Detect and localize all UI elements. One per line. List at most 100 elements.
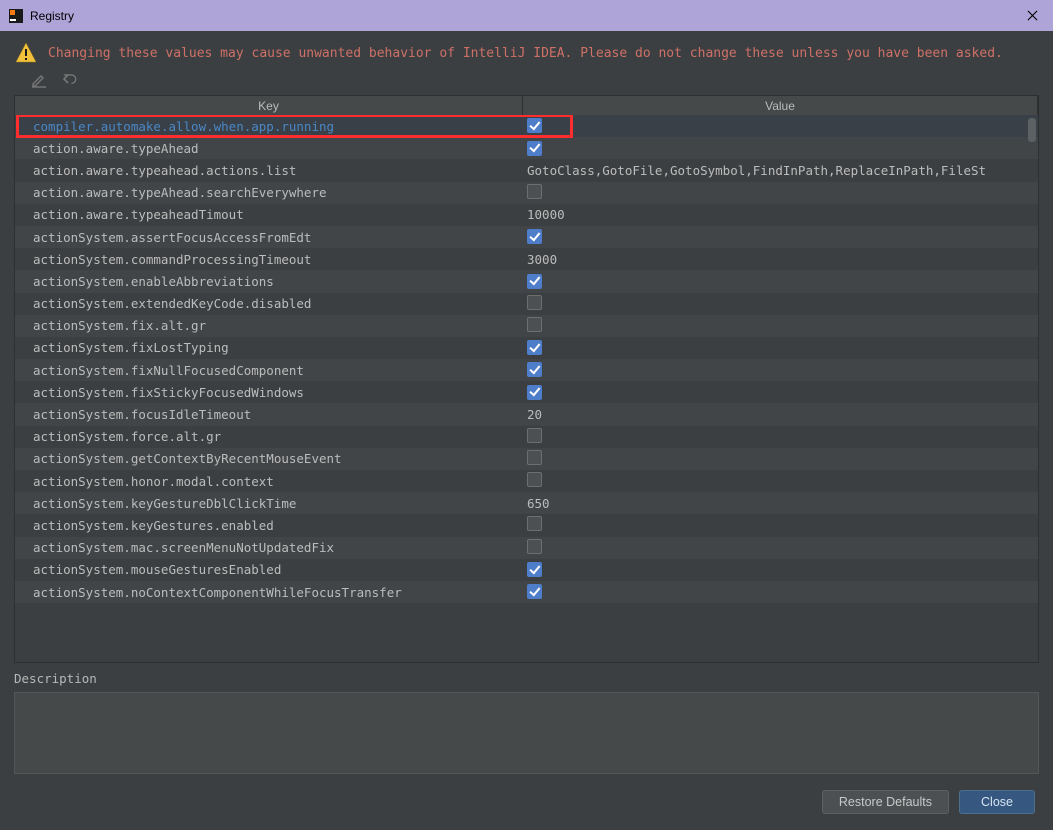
checkbox[interactable] xyxy=(527,539,542,554)
cell-value[interactable]: 3000 xyxy=(523,252,1038,267)
cell-key: actionSystem.noContextComponentWhileFocu… xyxy=(15,585,523,600)
warning-icon xyxy=(14,41,38,65)
table-row[interactable]: compiler.automake.allow.when.app.running xyxy=(15,115,1038,137)
table-row[interactable]: actionSystem.keyGestures.enabled xyxy=(15,514,1038,536)
revert-icon[interactable] xyxy=(62,71,80,89)
table-row[interactable]: actionSystem.mac.screenMenuNotUpdatedFix xyxy=(15,537,1038,559)
cell-value[interactable] xyxy=(523,362,1038,378)
cell-value[interactable] xyxy=(523,450,1038,468)
cell-value[interactable] xyxy=(523,141,1038,157)
cell-key: actionSystem.honor.modal.context xyxy=(15,474,523,489)
cell-value[interactable]: 20 xyxy=(523,407,1038,422)
cell-value[interactable] xyxy=(523,229,1038,245)
cell-value[interactable] xyxy=(523,562,1038,578)
cell-value[interactable] xyxy=(523,539,1038,557)
table-header: Key Value xyxy=(15,96,1038,115)
checkbox[interactable] xyxy=(527,516,542,531)
cell-value[interactable] xyxy=(523,385,1038,401)
cell-key: action.aware.typeAhead xyxy=(15,141,523,156)
restore-defaults-button[interactable]: Restore Defaults xyxy=(822,790,949,814)
cell-value[interactable] xyxy=(523,472,1038,490)
checkbox[interactable] xyxy=(527,584,542,599)
cell-value[interactable]: 650 xyxy=(523,496,1038,511)
description-box xyxy=(14,692,1039,774)
cell-key: actionSystem.getContextByRecentMouseEven… xyxy=(15,451,523,466)
window-title: Registry xyxy=(30,9,1019,23)
cell-key: actionSystem.force.alt.gr xyxy=(15,429,523,444)
cell-value[interactable] xyxy=(523,340,1038,356)
table-row[interactable]: action.aware.typeAhead.searchEverywhere xyxy=(15,182,1038,204)
table-row[interactable]: actionSystem.extendedKeyCode.disabled xyxy=(15,293,1038,315)
cell-key: actionSystem.commandProcessingTimeout xyxy=(15,252,523,267)
table-row[interactable]: actionSystem.honor.modal.context xyxy=(15,470,1038,492)
checkbox[interactable] xyxy=(527,562,542,577)
title-bar: Registry xyxy=(0,0,1053,31)
checkbox[interactable] xyxy=(527,274,542,289)
checkbox[interactable] xyxy=(527,362,542,377)
cell-key: actionSystem.mac.screenMenuNotUpdatedFix xyxy=(15,540,523,555)
cell-value[interactable] xyxy=(523,428,1038,446)
cell-key: actionSystem.fix.alt.gr xyxy=(15,318,523,333)
cell-value[interactable]: 10000 xyxy=(523,207,1038,222)
registry-dialog: Registry Changing these values may cause… xyxy=(0,0,1053,830)
cell-key: action.aware.typeaheadTimout xyxy=(15,207,523,222)
table-row[interactable]: actionSystem.focusIdleTimeout20 xyxy=(15,403,1038,425)
column-header-value[interactable]: Value xyxy=(523,96,1038,115)
checkbox[interactable] xyxy=(527,295,542,310)
table-row[interactable]: actionSystem.fixLostTyping xyxy=(15,337,1038,359)
table-row[interactable]: actionSystem.fixNullFocusedComponent xyxy=(15,359,1038,381)
warning-banner: Changing these values may cause unwanted… xyxy=(0,31,1053,69)
cell-value[interactable] xyxy=(523,295,1038,313)
window-close-button[interactable] xyxy=(1019,5,1045,27)
table-row[interactable]: actionSystem.noContextComponentWhileFocu… xyxy=(15,581,1038,603)
cell-key: actionSystem.keyGestureDblClickTime xyxy=(15,496,523,511)
cell-key: actionSystem.mouseGesturesEnabled xyxy=(15,562,523,577)
cell-value[interactable] xyxy=(523,584,1038,600)
checkbox[interactable] xyxy=(527,229,542,244)
checkbox[interactable] xyxy=(527,118,542,133)
cell-value[interactable] xyxy=(523,118,1038,134)
checkbox[interactable] xyxy=(527,317,542,332)
table-row[interactable]: actionSystem.mouseGesturesEnabled xyxy=(15,559,1038,581)
table-row[interactable]: actionSystem.getContextByRecentMouseEven… xyxy=(15,448,1038,470)
cell-value[interactable] xyxy=(523,184,1038,202)
cell-key: actionSystem.fixStickyFocusedWindows xyxy=(15,385,523,400)
table-row[interactable]: actionSystem.fixStickyFocusedWindows xyxy=(15,381,1038,403)
cell-key: action.aware.typeAhead.searchEverywhere xyxy=(15,185,523,200)
checkbox[interactable] xyxy=(527,472,542,487)
column-header-key[interactable]: Key xyxy=(15,96,523,115)
table-row[interactable]: actionSystem.enableAbbreviations xyxy=(15,270,1038,292)
checkbox[interactable] xyxy=(527,428,542,443)
cell-value[interactable]: GotoClass,GotoFile,GotoSymbol,FindInPath… xyxy=(523,163,1038,178)
scrollbar-thumb[interactable] xyxy=(1028,118,1036,142)
table-row[interactable]: actionSystem.keyGestureDblClickTime650 xyxy=(15,492,1038,514)
checkbox[interactable] xyxy=(527,450,542,465)
cell-key: compiler.automake.allow.when.app.running xyxy=(15,119,523,134)
table-row[interactable]: action.aware.typeahead.actions.listGotoC… xyxy=(15,159,1038,181)
cell-value[interactable] xyxy=(523,274,1038,290)
checkbox[interactable] xyxy=(527,184,542,199)
checkbox[interactable] xyxy=(527,385,542,400)
dialog-footer: Restore Defaults Close xyxy=(0,774,1053,830)
warning-text: Changing these values may cause unwanted… xyxy=(48,46,1003,61)
table-row[interactable]: action.aware.typeAhead xyxy=(15,137,1038,159)
table-row[interactable]: actionSystem.commandProcessingTimeout300… xyxy=(15,248,1038,270)
checkbox[interactable] xyxy=(527,340,542,355)
description-label: Description xyxy=(14,671,1039,686)
close-button[interactable]: Close xyxy=(959,790,1035,814)
table-row[interactable]: actionSystem.fix.alt.gr xyxy=(15,315,1038,337)
cell-key: actionSystem.enableAbbreviations xyxy=(15,274,523,289)
cell-key: actionSystem.assertFocusAccessFromEdt xyxy=(15,230,523,245)
cell-value[interactable] xyxy=(523,317,1038,335)
edit-icon[interactable] xyxy=(30,71,48,89)
checkbox[interactable] xyxy=(527,141,542,156)
cell-key: action.aware.typeahead.actions.list xyxy=(15,163,523,178)
cell-key: actionSystem.focusIdleTimeout xyxy=(15,407,523,422)
table-body: compiler.automake.allow.when.app.running… xyxy=(15,115,1038,662)
table-row[interactable]: actionSystem.assertFocusAccessFromEdt xyxy=(15,226,1038,248)
table-row[interactable]: actionSystem.force.alt.gr xyxy=(15,426,1038,448)
cell-value[interactable] xyxy=(523,516,1038,534)
cell-key: actionSystem.fixLostTyping xyxy=(15,340,523,355)
table-row[interactable]: action.aware.typeaheadTimout10000 xyxy=(15,204,1038,226)
toolbar xyxy=(0,69,1053,95)
